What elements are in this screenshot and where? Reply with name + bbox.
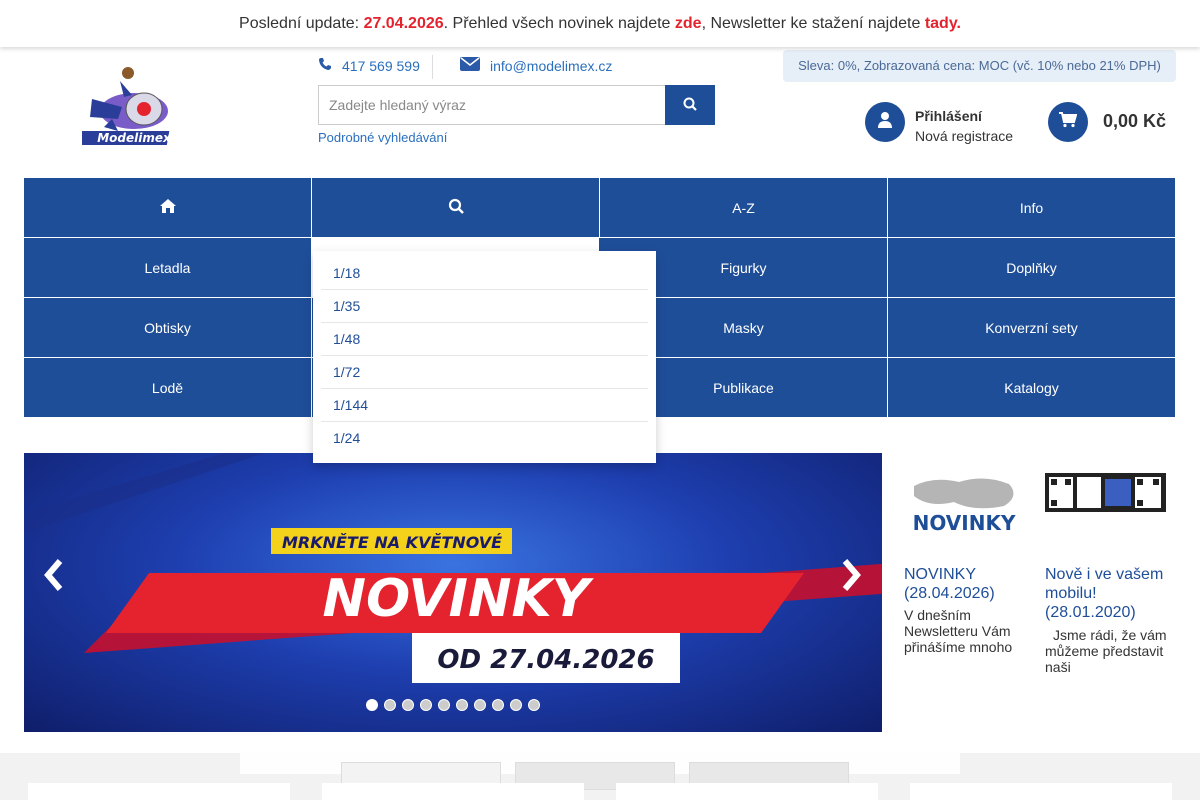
notice-link-news[interactable]: zde bbox=[675, 15, 702, 32]
dropdown-item-1-18[interactable]: 1/18 bbox=[321, 257, 648, 290]
search-input[interactable] bbox=[318, 85, 666, 125]
news-image-novinky[interactable]: NOVINKY bbox=[904, 472, 1024, 538]
discount-info: Sleva: 0%, Zobrazovaná cena: MOC (vč. 10… bbox=[783, 50, 1176, 82]
phone-contact[interactable]: 417 569 599 bbox=[318, 57, 420, 74]
search-icon bbox=[683, 97, 697, 114]
envelope-icon bbox=[460, 57, 480, 74]
nav-letadla[interactable]: Letadla bbox=[24, 238, 312, 298]
nav-info[interactable]: Info bbox=[888, 178, 1176, 238]
contact-divider bbox=[432, 55, 433, 79]
register-link[interactable]: Nová registrace bbox=[915, 126, 1013, 146]
dropdown-item-1-48[interactable]: 1/48 bbox=[321, 323, 648, 356]
home-icon bbox=[159, 199, 176, 216]
svg-text:MRKNĚTE NA KVĚTNOVÉ: MRKNĚTE NA KVĚTNOVÉ bbox=[282, 533, 502, 552]
svg-text:Modelimex: Modelimex bbox=[97, 131, 172, 145]
nav-doplnky[interactable]: Doplňky bbox=[888, 238, 1176, 298]
promo-banner: MRKNĚTE NA KVĚTNOVÉ NOVINKY OD 27.04.202… bbox=[24, 453, 882, 683]
user-icon bbox=[877, 111, 893, 134]
phone-icon bbox=[318, 57, 332, 74]
news-excerpt-1: V dnešním Newsletteru Vám přinášíme mnoh… bbox=[904, 607, 1013, 655]
dropdown-item-1-144[interactable]: 1/144 bbox=[321, 389, 648, 422]
carousel-dot[interactable] bbox=[384, 699, 396, 711]
nav-home[interactable] bbox=[24, 178, 312, 238]
carousel-dot[interactable] bbox=[528, 699, 540, 711]
dropdown-item-1-35[interactable]: 1/35 bbox=[321, 290, 648, 323]
chevron-left-icon bbox=[42, 558, 66, 600]
user-button[interactable] bbox=[865, 102, 905, 142]
cart-total[interactable]: 0,00 Kč bbox=[1103, 111, 1166, 132]
news-title-2[interactable]: Nově i ve vašem mobilu! (28.01.2020) bbox=[1045, 565, 1180, 622]
notice-date: 27.04.2026 bbox=[363, 15, 444, 32]
nav-a-z[interactable]: A-Z bbox=[600, 178, 888, 238]
phone-number: 417 569 599 bbox=[342, 57, 420, 74]
promo-carousel[interactable]: MRKNĚTE NA KVĚTNOVÉ NOVINKY OD 27.04.202… bbox=[24, 453, 882, 732]
search-icon bbox=[448, 198, 464, 217]
carousel-dot[interactable] bbox=[402, 699, 414, 711]
carousel-dot[interactable] bbox=[510, 699, 522, 711]
carousel-indicators bbox=[366, 699, 540, 711]
account-links: Přihlášení Nová registrace bbox=[915, 106, 1013, 146]
advanced-search-link[interactable]: Podrobné vyhledávání bbox=[318, 130, 447, 145]
notice-prefix: Poslední update: bbox=[239, 15, 364, 32]
login-link[interactable]: Přihlášení bbox=[915, 106, 1013, 126]
notice-text-1: . Přehled všech novinek najdete bbox=[443, 15, 675, 32]
carousel-dot[interactable] bbox=[420, 699, 432, 711]
shopping-cart-icon bbox=[1059, 111, 1078, 133]
dropdown-item-1-24[interactable]: 1/24 bbox=[321, 422, 648, 455]
chevron-right-icon bbox=[839, 558, 863, 600]
carousel-prev-button[interactable] bbox=[42, 558, 66, 601]
svg-text:OD 27.04.2026: OD 27.04.2026 bbox=[437, 645, 654, 675]
svg-text:NOVINKY: NOVINKY bbox=[323, 569, 595, 629]
nav-obtisky[interactable]: Obtisky bbox=[24, 298, 312, 358]
carousel-dot[interactable] bbox=[456, 699, 468, 711]
carousel-dot[interactable] bbox=[366, 699, 378, 711]
military-scale-dropdown: 1/18 1/35 1/48 1/72 1/144 1/24 bbox=[313, 251, 656, 463]
product-card[interactable] bbox=[28, 783, 290, 800]
nav-search[interactable] bbox=[312, 178, 600, 238]
product-card[interactable] bbox=[616, 783, 878, 800]
cart-button[interactable] bbox=[1048, 102, 1088, 142]
nav-katalogy[interactable]: Katalogy bbox=[888, 358, 1176, 418]
news-image-mobile-app[interactable] bbox=[1045, 473, 1166, 512]
notice-text-2: , Newsletter ke stažení najdete bbox=[701, 15, 925, 32]
carousel-next-button[interactable] bbox=[839, 558, 863, 601]
nav-lode[interactable]: Lodě bbox=[24, 358, 312, 418]
carousel-dot[interactable] bbox=[492, 699, 504, 711]
carousel-dot[interactable] bbox=[474, 699, 486, 711]
dropdown-item-1-72[interactable]: 1/72 bbox=[321, 356, 648, 389]
svg-text:NOVINKY: NOVINKY bbox=[913, 511, 1016, 535]
notice-link-newsletter[interactable]: tady. bbox=[925, 15, 961, 32]
news-title-1[interactable]: NOVINKY (28.04.2026) bbox=[904, 565, 1034, 603]
site-logo[interactable]: Modelimex bbox=[68, 59, 186, 149]
nav-konverzni-sety[interactable]: Konverzní sety bbox=[888, 298, 1176, 358]
email-contact[interactable]: info@modelimex.cz bbox=[460, 57, 612, 74]
update-notice-bar: Poslední update: 27.04.2026. Přehled vše… bbox=[0, 0, 1200, 47]
product-card[interactable] bbox=[322, 783, 584, 800]
news-excerpt-2: Jsme rádi, že vám můžeme představit naši bbox=[1045, 627, 1167, 675]
product-card[interactable] bbox=[910, 783, 1172, 800]
search-button[interactable] bbox=[665, 85, 715, 125]
email-address: info@modelimex.cz bbox=[490, 57, 613, 74]
carousel-dot[interactable] bbox=[438, 699, 450, 711]
